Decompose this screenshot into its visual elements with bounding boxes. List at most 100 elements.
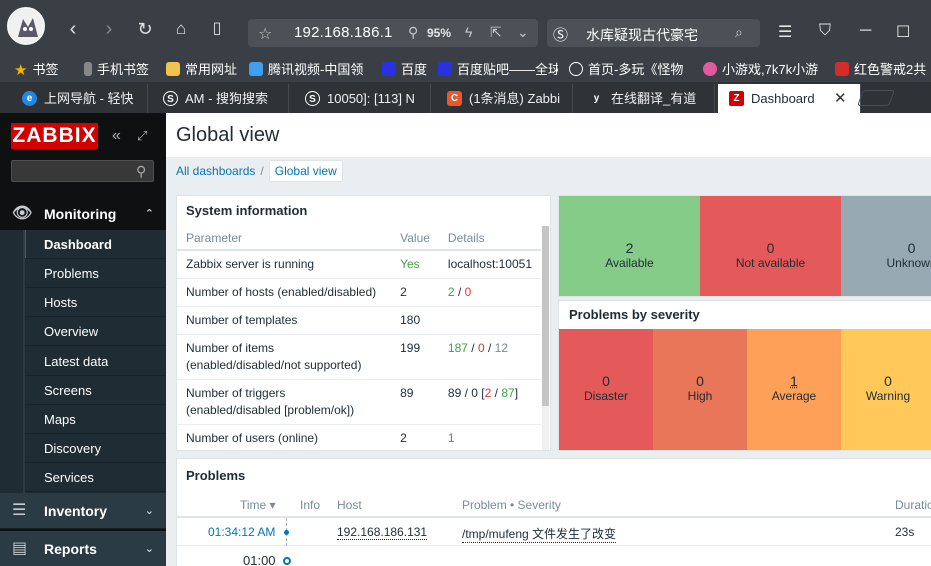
zabbix-logo[interactable]: ZABBIX	[11, 123, 98, 149]
bookmarks-bar: ★ 书签 手机书签 常用网址 腾讯视频-中国领 百度 百度贴吧——全球 首页-多玩…	[0, 52, 931, 82]
home-icon[interactable]: ⌂	[172, 20, 190, 38]
severity-row: 0 Disaster 0 High 1 Average 0 Warning	[559, 329, 931, 450]
sidebar-item-hosts[interactable]: Hosts	[23, 288, 166, 317]
browser-tab[interactable]: e 上网导航 - 轻快	[22, 84, 148, 113]
kiosk-mode-icon[interactable]: ⤢	[137, 128, 147, 144]
not-available-hosts-cell[interactable]: 0 Not available	[700, 196, 841, 296]
sidebar-item-latest-data[interactable]: Latest data	[23, 347, 166, 376]
bookmark-item[interactable]: ★ 书签	[14, 59, 58, 79]
global-search-input[interactable]	[11, 160, 154, 182]
star-icon[interactable]: ☆	[258, 24, 272, 44]
sidebar-item-discovery[interactable]: Discovery	[23, 434, 166, 463]
table-row: 01:34:12 AM 192.168.186.131 /tmp/mufeng …	[177, 518, 931, 546]
video-icon	[249, 62, 263, 76]
search-icon[interactable]: ⚲	[136, 163, 146, 180]
chevron-down-icon[interactable]: ⌄	[517, 24, 529, 41]
widget-scrollbar-thumb[interactable]	[542, 226, 549, 406]
bookmark-item[interactable]: 首页-多玩《怪物	[569, 59, 691, 78]
search-icon[interactable]: ⌕	[735, 24, 743, 41]
menu-icon[interactable]: ☰	[778, 22, 792, 42]
widget-title: Problems	[186, 468, 246, 483]
browser-tab[interactable]: S AM - 搜狗搜索	[163, 84, 289, 113]
problems-widget: Problems Time ▾ Info Host Problem • Seve…	[176, 458, 931, 566]
column-header-duration: Duratio	[895, 498, 931, 512]
problem-description-link[interactable]: /tmp/mufeng 文件发生了改变	[462, 525, 617, 543]
sidebar-item-maps[interactable]: Maps	[23, 405, 166, 434]
severity-average-cell[interactable]: 1 Average	[747, 329, 841, 450]
breadcrumb-separator: /	[260, 164, 264, 178]
severity-disaster-cell[interactable]: 0 Disaster	[559, 329, 653, 450]
table-row: Zabbix server is running Yes localhost:1…	[177, 250, 541, 279]
problem-host-link[interactable]: 192.168.186.131	[337, 525, 428, 540]
game-icon	[703, 62, 717, 76]
eye-icon: 👁	[12, 205, 33, 222]
address-text[interactable]: 192.168.186.1	[294, 24, 393, 41]
search-engine-icon[interactable]: Ⓢ	[553, 24, 568, 45]
sidebar-item-screens[interactable]: Screens	[23, 376, 166, 405]
reader-icon[interactable]: ▯	[208, 20, 226, 38]
maximize-icon[interactable]: ☐	[896, 22, 910, 42]
bookmark-item[interactable]: 小游戏,7k7k小游	[703, 59, 825, 78]
zoom-icon: ⚲	[408, 24, 419, 40]
page-title: Global view	[176, 124, 280, 146]
column-header-time[interactable]: Time ▾	[240, 498, 276, 512]
new-tab-button[interactable]	[857, 90, 895, 106]
sidebar-item-overview[interactable]: Overview	[23, 317, 166, 346]
back-icon[interactable]: ‹	[64, 19, 82, 39]
bookmark-item[interactable]: 手机书签	[84, 59, 149, 78]
submenu-rail	[23, 230, 25, 494]
bookmark-item[interactable]: 常用网址	[166, 59, 237, 78]
browser-tab[interactable]: C (1条消息) Zabbi	[447, 84, 573, 113]
phone-icon	[84, 62, 92, 76]
unknown-hosts-cell[interactable]: 0 Unknown	[841, 196, 931, 296]
lightning-icon[interactable]: ϟ	[465, 24, 472, 40]
tieba-icon	[438, 62, 452, 76]
available-hosts-cell[interactable]: 2 Available	[559, 196, 700, 296]
severity-warning-cell[interactable]: 0 Warning	[841, 329, 931, 450]
sidebar-item-dashboard[interactable]: Dashboard	[23, 230, 166, 259]
bookmark-item[interactable]: 腾讯视频-中国领	[249, 59, 371, 78]
youdao-icon: y	[593, 93, 600, 104]
table-row: Number of hosts (enabled/disabled) 2 2 /…	[177, 278, 541, 307]
bookmark-item[interactable]: 红色警戒2共	[835, 59, 931, 78]
system-info-table: Parameter Value Details Zabbix server is…	[177, 226, 541, 450]
breadcrumb-current[interactable]: Global view	[268, 160, 343, 182]
forward-icon[interactable]: ›	[100, 19, 118, 39]
problem-duration: 23s	[895, 525, 915, 539]
browser-tab[interactable]: S 10050]: [113] N	[305, 84, 431, 113]
reload-icon[interactable]: ↻	[136, 20, 154, 38]
bookmark-item[interactable]: 百度	[382, 59, 427, 78]
search-input[interactable]: 水库疑现古代豪宅	[586, 25, 698, 45]
menu-monitoring[interactable]: 👁 Monitoring ⌃	[0, 196, 166, 232]
timeline-marker	[283, 557, 291, 565]
zabbix-favicon: Z	[729, 91, 744, 106]
user-avatar[interactable]	[7, 7, 45, 45]
column-header: Details	[438, 226, 541, 251]
widget-title: Problems by severity	[569, 307, 700, 322]
table-row: Number of templates 180	[177, 306, 541, 335]
zoom-level[interactable]: 95%	[427, 26, 451, 40]
problem-time-link[interactable]: 01:34:12 AM	[208, 525, 275, 539]
list-icon: ☰	[12, 502, 27, 519]
sidebar-item-services[interactable]: Services	[23, 463, 166, 492]
close-tab-icon[interactable]: ✕	[834, 89, 847, 107]
breadcrumb-all-dashboards[interactable]: All dashboards	[176, 164, 255, 178]
table-row: Number of users (online) 2 1	[177, 424, 541, 450]
menu-reports[interactable]: ▤ Reports ⌄	[0, 531, 166, 566]
sogou-icon: S	[163, 91, 178, 106]
share-icon[interactable]: ⇱	[490, 24, 502, 41]
shirt-icon[interactable]: ⛉	[819, 22, 831, 40]
severity-high-cell[interactable]: 0 High	[653, 329, 747, 450]
column-header: Value	[391, 226, 439, 251]
collapse-sidebar-icon[interactable]: «	[112, 127, 121, 145]
folder-icon	[166, 62, 180, 76]
minimize-icon[interactable]: ─	[860, 22, 871, 40]
sidebar-item-problems[interactable]: Problems	[23, 259, 166, 288]
menu-inventory[interactable]: ☰ Inventory ⌄	[0, 493, 166, 529]
chevron-down-icon: ⌄	[144, 505, 154, 517]
browser-tab[interactable]: y 在线翻译_有道	[589, 84, 715, 113]
page-header: Global view	[166, 113, 931, 157]
bookmark-item[interactable]: 百度贴吧——全球	[438, 59, 558, 78]
column-header-info: Info	[300, 498, 321, 512]
timeline-dot	[284, 530, 289, 535]
